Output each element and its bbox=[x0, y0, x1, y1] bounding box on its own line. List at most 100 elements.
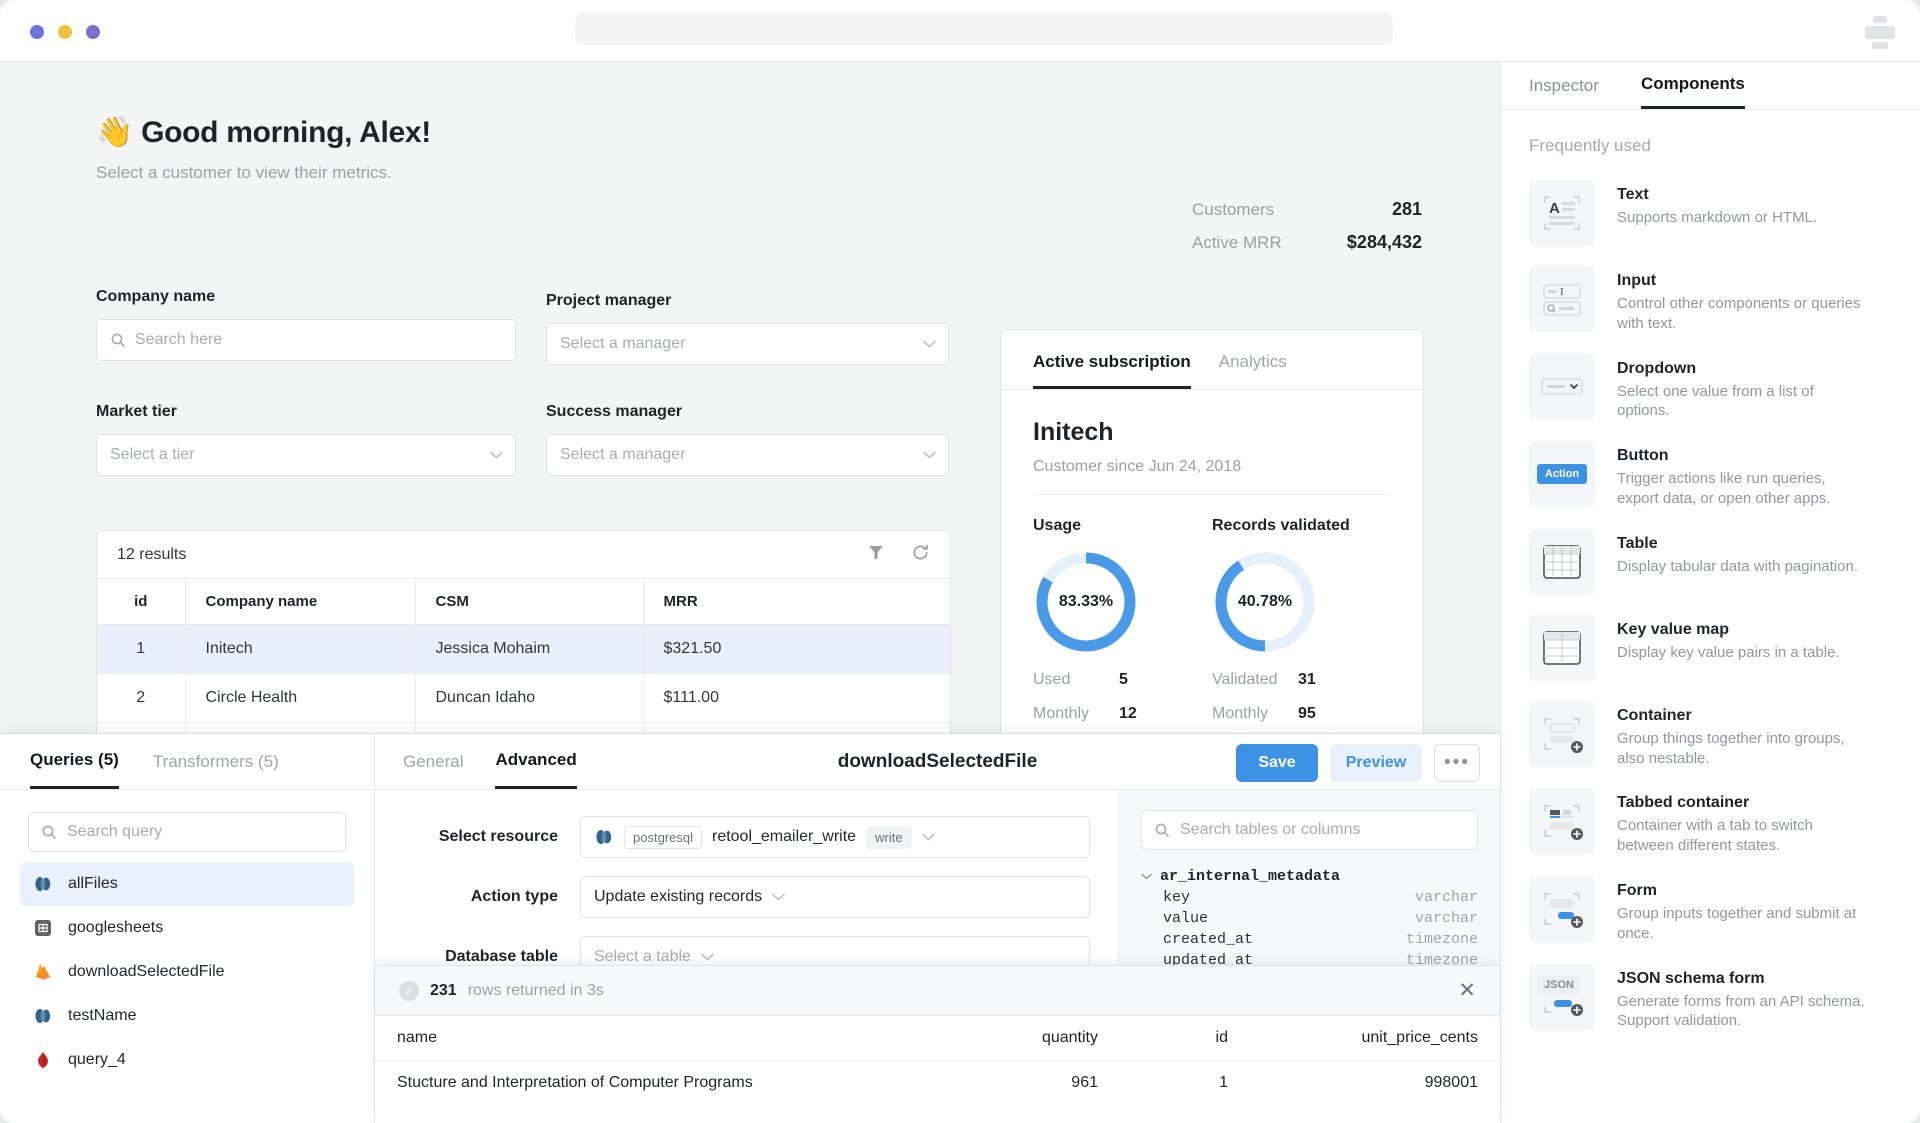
query-list-pane: Queries (5) Transformers (5) Search quer… bbox=[0, 734, 375, 1123]
tab-inspector[interactable]: Inspector bbox=[1529, 62, 1599, 109]
schema-column[interactable]: value varchar bbox=[1141, 910, 1478, 927]
filter-market-tier: Market tier Select a tier bbox=[96, 403, 516, 476]
stat-value: 95 bbox=[1298, 705, 1316, 723]
component-description: Select one value from a list of options. bbox=[1617, 382, 1867, 422]
query-name: query_4 bbox=[68, 1051, 126, 1069]
cell-csm: Duncan Idaho bbox=[415, 674, 643, 723]
component-dropdown[interactable]: Dropdown Select one value from a list of… bbox=[1501, 344, 1920, 432]
maximize-window-button[interactable] bbox=[86, 25, 100, 39]
chevron-down-icon bbox=[1141, 873, 1152, 880]
component-form[interactable]: Form Group inputs together and submit at… bbox=[1501, 866, 1920, 954]
component-key-value-map[interactable]: Key value map Display key value pairs in… bbox=[1501, 605, 1920, 691]
schema-column[interactable]: key varchar bbox=[1141, 889, 1478, 906]
schema-column-name: value bbox=[1163, 910, 1208, 927]
minimize-window-button[interactable] bbox=[58, 25, 72, 39]
tab-transformers[interactable]: Transformers (5) bbox=[153, 734, 279, 789]
postgres-icon bbox=[32, 1005, 54, 1027]
field-label: Project manager bbox=[546, 292, 949, 310]
query-name: allFiles bbox=[68, 875, 118, 893]
table-row[interactable]: 1 Initech Jessica Mohaim $321.50 bbox=[97, 625, 950, 674]
field-label: Company name bbox=[96, 288, 516, 306]
customer-since: Customer since Jun 24, 2018 bbox=[1033, 458, 1391, 495]
usage-monthly-row: Monthly 12 bbox=[1033, 705, 1212, 723]
stat-value: 12 bbox=[1119, 705, 1137, 723]
tab-analytics[interactable]: Analytics bbox=[1219, 330, 1287, 389]
more-options-button[interactable]: ••• bbox=[1434, 744, 1480, 782]
tab-active-subscription[interactable]: Active subscription bbox=[1033, 330, 1191, 389]
results-row[interactable]: Stucture and Interpretation of Computer … bbox=[375, 1061, 1500, 1106]
query-item-downloadselectedfile[interactable]: downloadSelectedFile bbox=[20, 950, 354, 994]
column-header-id[interactable]: id bbox=[97, 579, 185, 625]
query-search-placeholder: Search query bbox=[67, 823, 162, 841]
subscription-body: Initech Customer since Jun 24, 2018 Usag… bbox=[1001, 390, 1423, 723]
results-column-name[interactable]: name bbox=[375, 1016, 920, 1061]
results-column-quantity[interactable]: quantity bbox=[920, 1016, 1120, 1061]
cell-csm: Jessica Mohaim bbox=[415, 625, 643, 674]
component-input[interactable]: I Input Control other components or quer… bbox=[1501, 256, 1920, 344]
filter-project-manager: Project manager Select a manager bbox=[546, 292, 949, 365]
search-icon bbox=[110, 332, 126, 348]
subscription-card: Active subscription Analytics Initech Cu… bbox=[1000, 329, 1424, 790]
firebase-icon bbox=[32, 961, 54, 983]
kpi-label: Customers bbox=[1192, 200, 1274, 220]
close-window-button[interactable] bbox=[30, 25, 44, 39]
query-search-input[interactable]: Search query bbox=[28, 812, 346, 852]
results-column-id[interactable]: id bbox=[1120, 1016, 1250, 1061]
component-button[interactable]: Action Button Trigger actions like run q… bbox=[1501, 431, 1920, 519]
records-percent: 40.78% bbox=[1212, 549, 1318, 655]
project-manager-select[interactable]: Select a manager bbox=[546, 323, 949, 365]
tab-queries[interactable]: Queries (5) bbox=[30, 734, 119, 789]
schema-column-name: created_at bbox=[1163, 931, 1253, 948]
usage-used-row: Used 5 bbox=[1033, 671, 1212, 689]
tab-advanced[interactable]: Advanced bbox=[495, 734, 576, 789]
chevron-down-icon bbox=[772, 888, 785, 906]
market-tier-select[interactable]: Select a tier bbox=[96, 434, 516, 476]
close-icon[interactable]: ✕ bbox=[1458, 978, 1476, 1003]
query-item-query-4[interactable]: query_4 bbox=[20, 1038, 354, 1082]
filter-icon[interactable] bbox=[867, 543, 885, 566]
success-manager-select[interactable]: Select a manager bbox=[546, 434, 949, 476]
results-column-unit-price[interactable]: unit_price_cents bbox=[1250, 1016, 1500, 1061]
component-container[interactable]: Container Group things together into gro… bbox=[1501, 691, 1920, 779]
preview-button[interactable]: Preview bbox=[1330, 744, 1422, 782]
component-text[interactable]: A Text Supports markdown or HTML. bbox=[1501, 170, 1920, 256]
column-header-mrr[interactable]: MRR bbox=[643, 579, 950, 625]
refresh-icon[interactable] bbox=[911, 543, 930, 567]
query-item-googlesheets[interactable]: googlesheets bbox=[20, 906, 354, 950]
component-json-schema-form[interactable]: JSON JSON schema form Generate forms fro… bbox=[1501, 954, 1920, 1042]
cell-id: 1 bbox=[97, 625, 185, 674]
kpi-value: 281 bbox=[1392, 199, 1422, 220]
table-row[interactable]: 2 Circle Health Duncan Idaho $111.00 bbox=[97, 674, 950, 723]
query-item-testname[interactable]: testName bbox=[20, 994, 354, 1038]
results-cell-name: Stucture and Interpretation of Computer … bbox=[375, 1061, 920, 1106]
resource-select[interactable]: postgresql retool_emailer_write write bbox=[580, 816, 1090, 858]
panel-placeholder-icon[interactable] bbox=[1858, 15, 1902, 49]
stat-value: 31 bbox=[1298, 671, 1316, 689]
chevron-down-icon bbox=[922, 828, 935, 846]
schema-table-node[interactable]: ar_internal_metadata bbox=[1141, 868, 1478, 885]
schema-column[interactable]: created_at timezone bbox=[1141, 931, 1478, 948]
page-subtitle: Select a customer to view their metrics. bbox=[96, 163, 431, 183]
search-input[interactable]: Search here bbox=[96, 319, 516, 361]
component-description: Container with a tab to switch between d… bbox=[1617, 816, 1867, 856]
save-button[interactable]: Save bbox=[1236, 744, 1318, 782]
tab-general[interactable]: General bbox=[403, 734, 463, 789]
schema-tree: ar_internal_metadata key varchar value v… bbox=[1141, 868, 1478, 969]
query-name: downloadSelectedFile bbox=[68, 963, 225, 981]
dropdown-component-icon bbox=[1529, 354, 1595, 420]
column-header-csm[interactable]: CSM bbox=[415, 579, 643, 625]
query-actions: Save Preview ••• bbox=[1236, 744, 1480, 782]
tab-components[interactable]: Components bbox=[1641, 62, 1745, 109]
records-validated-metric: Records validated 40.78% Validated 31 bbox=[1212, 517, 1391, 723]
query-item-allfiles[interactable]: allFiles bbox=[20, 862, 354, 906]
column-header-company[interactable]: Company name bbox=[185, 579, 415, 625]
schema-search-input[interactable]: Search tables or columns bbox=[1141, 810, 1478, 850]
address-bar[interactable] bbox=[575, 13, 1393, 45]
query-name: testName bbox=[68, 1007, 136, 1025]
component-table[interactable]: Table Display tabular data with paginati… bbox=[1501, 519, 1920, 605]
component-name: Form bbox=[1617, 882, 1867, 900]
kpi-label: Active MRR bbox=[1192, 233, 1282, 253]
component-tabbed-container[interactable]: Tabbed container Container with a tab to… bbox=[1501, 778, 1920, 866]
action-type-select[interactable]: Update existing records bbox=[580, 876, 1090, 918]
stat-label: Used bbox=[1033, 671, 1119, 689]
